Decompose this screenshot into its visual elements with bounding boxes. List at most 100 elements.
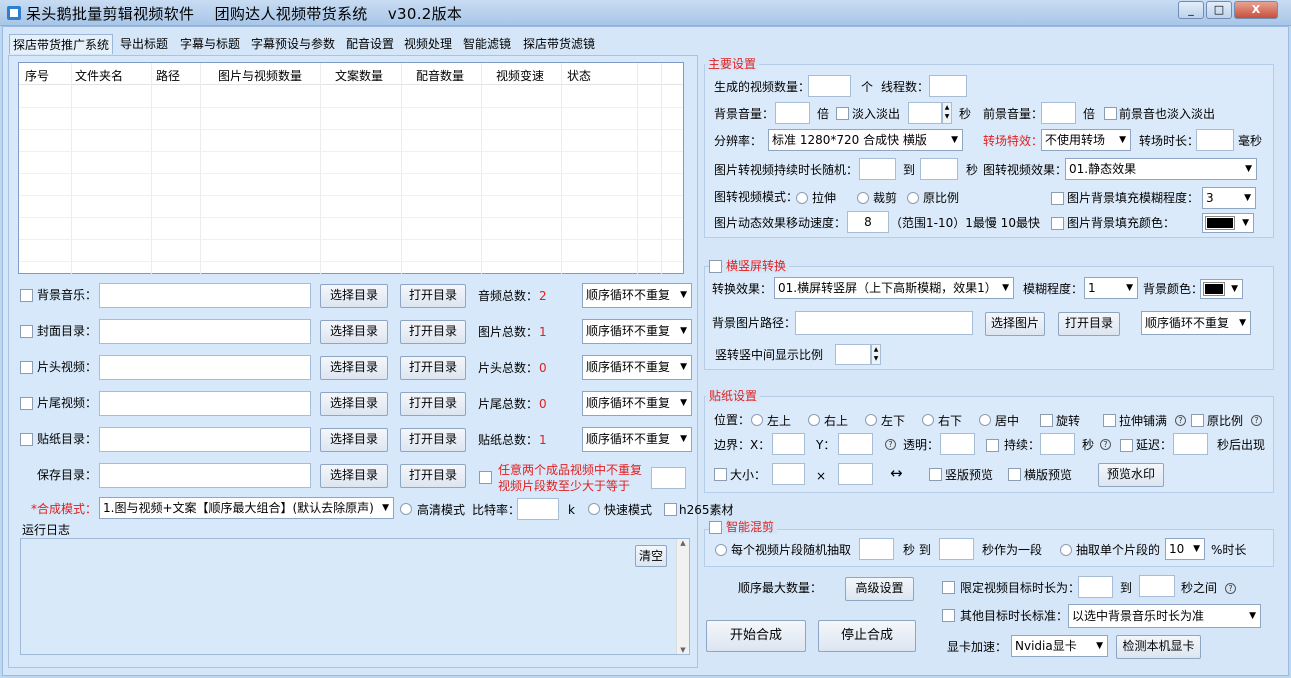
speed-input[interactable]: 8 [847,211,889,233]
col-header[interactable]: 路径 [156,67,180,84]
img-duration-max-input[interactable] [920,158,958,180]
front-volume-input[interactable] [1041,102,1076,124]
swap-arrows-icon[interactable]: ↔ [890,465,903,481]
help-icon[interactable]: ? [885,439,896,450]
col-header[interactable]: 状态 [567,67,591,84]
cover-open-button[interactable]: 打开目录 [400,320,466,344]
gen-count-input[interactable] [808,75,851,97]
start-compose-button[interactable]: 开始合成 [706,620,806,652]
cover-order-select[interactable]: 顺序循环不重复 ▼ [582,319,692,344]
fade-seconds-input[interactable] [908,102,942,124]
hv-open-dir-button[interactable]: 打开目录 [1058,312,1120,336]
h265-checkbox[interactable] [664,503,677,516]
tab-smart-filter[interactable]: 智能滤镜 [460,34,514,54]
up-arrow-icon[interactable]: ▲ [943,103,951,112]
limit-max-input[interactable] [1139,575,1175,597]
transition-duration-input[interactable] [1196,129,1234,151]
fade-spinner[interactable]: ▲ ▼ [942,102,952,124]
outro-order-select[interactable]: 顺序循环不重复 ▼ [582,391,692,416]
opacity-input[interactable] [940,433,975,455]
intro-path-input[interactable] [99,355,311,380]
sticker-order-select[interactable]: 顺序循环不重复 ▼ [582,427,692,452]
help-icon[interactable]: ? [1251,415,1262,426]
hv-effect-select[interactable]: 01.横屏转竖屏（上下高斯模糊，效果1） ▼ [774,277,1014,299]
col-header[interactable]: 图片与视频数量 [218,67,302,84]
rotate-checkbox[interactable] [1040,414,1053,427]
transition-select[interactable]: 不使用转场 ▼ [1041,129,1131,151]
log-scrollbar[interactable]: ▲ ▼ [676,539,689,654]
outro-checkbox[interactable] [20,397,33,410]
other-duration-checkbox[interactable] [942,609,955,622]
intro-checkbox[interactable] [20,361,33,374]
stop-compose-button[interactable]: 停止合成 [818,620,916,652]
sticker-dir-checkbox[interactable] [20,433,33,446]
threads-input[interactable] [929,75,967,97]
front-fade-checkbox[interactable] [1104,107,1117,120]
border-y-input[interactable] [838,433,873,455]
duration-checkbox[interactable] [986,439,999,452]
img-duration-min-input[interactable] [859,158,896,180]
img-effect-select[interactable]: 01.静态效果 ▼ [1065,158,1257,180]
hv-order-select[interactable]: 顺序循环不重复 ▼ [1141,311,1251,335]
intro-open-button[interactable]: 打开目录 [400,356,466,380]
size-height-input[interactable] [838,463,873,485]
fast-mode-radio[interactable] [588,503,600,515]
close-button[interactable]: X [1234,1,1278,19]
hpreview-checkbox[interactable] [1008,468,1021,481]
tab-export-title[interactable]: 导出标题 [117,34,171,54]
random-min-input[interactable] [859,538,894,560]
down-arrow-icon[interactable]: ▼ [872,354,880,363]
preview-watermark-button[interactable]: 预览水印 [1098,463,1164,487]
limit-duration-checkbox[interactable] [942,581,955,594]
maximize-button[interactable]: □ [1206,1,1232,19]
col-header[interactable]: 视频变速 [496,67,544,84]
bg-music-order-select[interactable]: 顺序循环不重复 ▼ [582,283,692,308]
fill-color-picker[interactable]: ▼ [1202,213,1254,233]
cover-path-input[interactable] [99,319,311,344]
up-arrow-icon[interactable]: ▲ [872,345,880,354]
bitrate-input[interactable] [517,498,559,520]
bg-music-open-button[interactable]: 打开目录 [400,284,466,308]
intro-select-button[interactable]: 选择目录 [320,356,388,380]
delay-checkbox[interactable] [1120,439,1133,452]
pos-br-radio[interactable] [922,414,934,426]
help-icon[interactable]: ? [1175,415,1186,426]
smart-mix-checkbox[interactable] [709,521,722,534]
select-image-button[interactable]: 选择图片 [985,312,1045,336]
hv-ratio-input[interactable] [835,344,871,365]
hv-blur-select[interactable]: 1 ▼ [1084,277,1138,299]
pos-center-radio[interactable] [979,414,991,426]
tab-store-filter[interactable]: 探店带货滤镜 [520,34,598,54]
tab-store-promo[interactable]: 探店带货推广系统 [9,34,114,54]
bg-music-path-input[interactable] [99,283,311,308]
hv-convert-checkbox[interactable] [709,260,722,273]
save-path-input[interactable] [99,463,311,488]
help-icon[interactable]: ? [1225,583,1236,594]
duration-input[interactable] [1040,433,1075,455]
outro-path-input[interactable] [99,391,311,416]
scroll-down-icon[interactable]: ▼ [677,646,689,654]
unique-segments-input[interactable] [651,467,686,489]
down-arrow-icon[interactable]: ▼ [943,112,951,121]
hv-bg-color-picker[interactable]: ▼ [1200,279,1243,299]
outro-open-button[interactable]: 打开目录 [400,392,466,416]
gpu-select[interactable]: Nvidia显卡 ▼ [1011,635,1108,657]
vpreview-checkbox[interactable] [929,468,942,481]
hq-mode-radio[interactable] [400,503,412,515]
stretch-checkbox[interactable] [1103,414,1116,427]
save-select-button[interactable]: 选择目录 [320,464,388,488]
delay-input[interactable] [1173,433,1208,455]
extract-percent-select[interactable]: 10 ▼ [1165,538,1205,560]
save-open-button[interactable]: 打开目录 [400,464,466,488]
advanced-settings-button[interactable]: 高级设置 [845,577,914,601]
detect-gpu-button[interactable]: 检测本机显卡 [1116,635,1201,659]
random-max-input[interactable] [939,538,974,560]
hv-ratio-spinner[interactable]: ▲ ▼ [871,344,881,365]
border-x-input[interactable] [772,433,805,455]
size-checkbox[interactable] [714,468,727,481]
fill-color-checkbox[interactable] [1051,217,1064,230]
mode-crop-radio[interactable] [857,192,869,204]
cover-select-button[interactable]: 选择目录 [320,320,388,344]
pos-tr-radio[interactable] [808,414,820,426]
col-header[interactable]: 序号 [25,67,49,84]
